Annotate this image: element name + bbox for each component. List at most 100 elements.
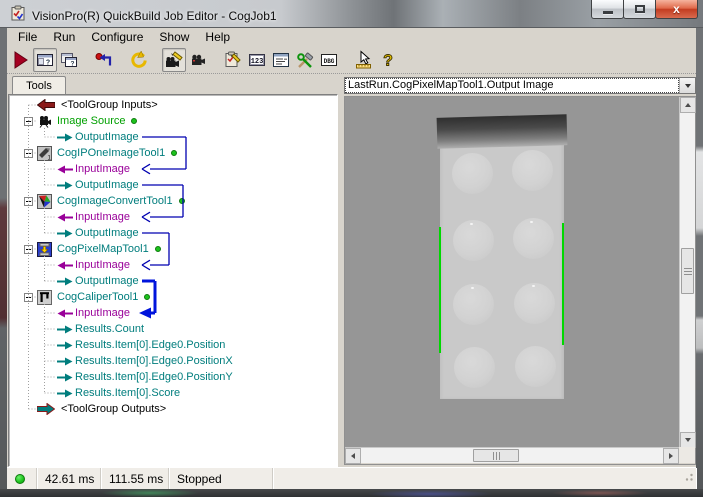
arrow-down-icon [685, 438, 691, 442]
menu-file[interactable]: File [10, 29, 45, 45]
tree-collapse-toggle[interactable] [24, 196, 33, 209]
window-frame-right [696, 28, 703, 489]
tree-node-outputimage[interactable]: OutputImage [9, 225, 337, 241]
brick-stud [453, 284, 494, 325]
pointer-ruler-button[interactable] [352, 48, 376, 72]
menu-configure[interactable]: Configure [83, 29, 151, 45]
refresh-icon [129, 49, 149, 70]
tree-node-inputimage[interactable]: InputImage [9, 257, 337, 273]
image-display-edit-button[interactable] [162, 47, 186, 72]
status-bar: 42.61 ms 111.55 ms Stopped [7, 467, 696, 489]
app-clipboard-icon [10, 5, 26, 26]
maximize-icon [634, 5, 645, 13]
tree-node-outputimage[interactable]: OutputImage [9, 273, 337, 289]
tree-node-cogcalipertool1[interactable]: CogCaliperTool1 [9, 289, 337, 305]
brick-object [436, 114, 568, 399]
inspection-image[interactable] [345, 97, 679, 448]
maximize-button[interactable] [623, 0, 656, 19]
tree-collapse-toggle[interactable] [24, 148, 33, 161]
menu-show[interactable]: Show [151, 29, 197, 45]
acquire-camera-button[interactable] [186, 48, 210, 72]
help-icon: ? [380, 50, 396, 70]
tree-node-label: OutputImage [75, 179, 139, 191]
horizontal-scroll-thumb[interactable] [473, 449, 519, 462]
output-arrow-icon [57, 181, 73, 190]
scrollbar-corner [679, 447, 695, 463]
input-arrow-icon [57, 165, 73, 174]
tree-node-results-item-0-score[interactable]: Results.Item[0].Score [9, 385, 337, 401]
horizontal-scrollbar[interactable] [345, 447, 679, 464]
acquire-camera-icon [188, 50, 208, 70]
brick-top-shadow [436, 114, 568, 149]
display-output-selector[interactable]: LastRun.CogPixelMapTool1.Output Image [344, 77, 696, 94]
tools-button[interactable] [293, 48, 317, 72]
debug-button[interactable]: DBG [317, 48, 341, 72]
window-resize-grip[interactable] [682, 469, 694, 487]
tree-collapse-toggle[interactable] [24, 116, 33, 129]
help-button[interactable]: ? [376, 48, 400, 72]
tree-node-inputimage[interactable]: InputImage [9, 161, 337, 177]
vertical-scrollbar[interactable] [679, 97, 696, 448]
display-output-selector-dropdown-button[interactable] [679, 78, 695, 93]
minimize-button[interactable] [591, 0, 624, 19]
edit-controls-button[interactable] [221, 48, 245, 72]
run-job-button[interactable] [9, 48, 33, 72]
titlebar[interactable]: VisionPro(R) QuickBuild Job Editor - Cog… [0, 0, 703, 28]
tool-ran-status-dot [155, 246, 161, 252]
scroll-down-button[interactable] [680, 432, 696, 448]
tree-node-toolgroup-outputs[interactable]: <ToolGroup Outputs> [9, 401, 337, 417]
status-panel-stopped: Stopped [169, 468, 273, 489]
tree-node-cogpixelmaptool1[interactable]: CogPixelMapTool1 [9, 241, 337, 257]
status-running-indicator-icon [15, 473, 25, 484]
cascade-windows-button[interactable]: ? [57, 48, 81, 72]
svg-text:123: 123 [251, 57, 264, 65]
vertical-scroll-thumb[interactable] [681, 248, 694, 294]
job-editor-window-button[interactable]: ? [33, 47, 57, 72]
svg-text:DBG: DBG [324, 57, 335, 64]
refresh-button[interactable] [127, 48, 151, 72]
output-arrow-icon [57, 389, 73, 398]
tree-node-toolgroup-inputs[interactable]: <ToolGroup Inputs> [9, 97, 337, 113]
menu-help[interactable]: Help [197, 29, 238, 45]
image-convert-tool-icon [37, 193, 52, 209]
tree-collapse-toggle[interactable] [24, 244, 33, 257]
close-icon: x [673, 2, 680, 16]
client-area: File Run Configure Show Help ?? 123 DBG? Tools… [7, 28, 696, 489]
tool-ran-status-dot [144, 294, 150, 300]
numeric-results-button[interactable]: 123 [245, 48, 269, 72]
output-arrow-icon [57, 229, 73, 238]
tree-node-cogimageconverttool1[interactable]: CogImageConvertTool1 [9, 193, 337, 209]
tree-node-inputimage[interactable]: InputImage [9, 305, 337, 321]
tree-collapse-toggle[interactable] [24, 292, 33, 305]
ip-one-image-tool-icon: 1 [37, 145, 52, 161]
tree-node-results-count[interactable]: Results.Count [9, 321, 337, 337]
tree-node-label: InputImage [75, 259, 131, 271]
menu-run[interactable]: Run [45, 29, 83, 45]
tree-node-cogiponeimagetool1[interactable]: 1 CogIPOneImageTool1 [9, 145, 337, 161]
reset-job-button[interactable] [92, 48, 116, 72]
tree-node-image-source[interactable]: Image Source [9, 113, 337, 129]
tab-tools[interactable]: Tools [12, 76, 66, 94]
tree-node-results-item-0-edge0-position[interactable]: Results.Item[0].Edge0.Position [9, 337, 337, 353]
scroll-left-button[interactable] [345, 448, 361, 464]
tool-ran-status-dot [171, 150, 177, 156]
tree-node-results-item-0-edge0-positiony[interactable]: Results.Item[0].Edge0.PositionY [9, 369, 337, 385]
tree-node-results-item-0-edge0-positionx[interactable]: Results.Item[0].Edge0.PositionX [9, 353, 337, 369]
tool-tree-panel: <ToolGroup Inputs> Image Source OutputImag… [8, 94, 338, 467]
tree-node-label: InputImage [75, 163, 131, 175]
brick-stud [452, 153, 493, 194]
scroll-up-button[interactable] [680, 97, 696, 113]
brick-stud [512, 150, 553, 191]
close-button[interactable]: x [655, 0, 698, 19]
tree-node-outputimage[interactable]: OutputImage [9, 177, 337, 193]
tree-node-inputimage[interactable]: InputImage [9, 209, 337, 225]
minimize-icon [602, 10, 613, 14]
tree-node-outputimage[interactable]: OutputImage [9, 129, 337, 145]
form-properties-button[interactable] [269, 48, 293, 72]
window-title: VisionPro(R) QuickBuild Job Editor - Cog… [32, 8, 277, 23]
status-panel-42-61-ms: 42.61 ms [37, 468, 101, 489]
run-job-icon [11, 50, 31, 70]
tree-node-label: CogCaliperTool1 [57, 291, 139, 303]
output-arrow-icon [57, 277, 73, 286]
scroll-right-button[interactable] [663, 448, 679, 464]
